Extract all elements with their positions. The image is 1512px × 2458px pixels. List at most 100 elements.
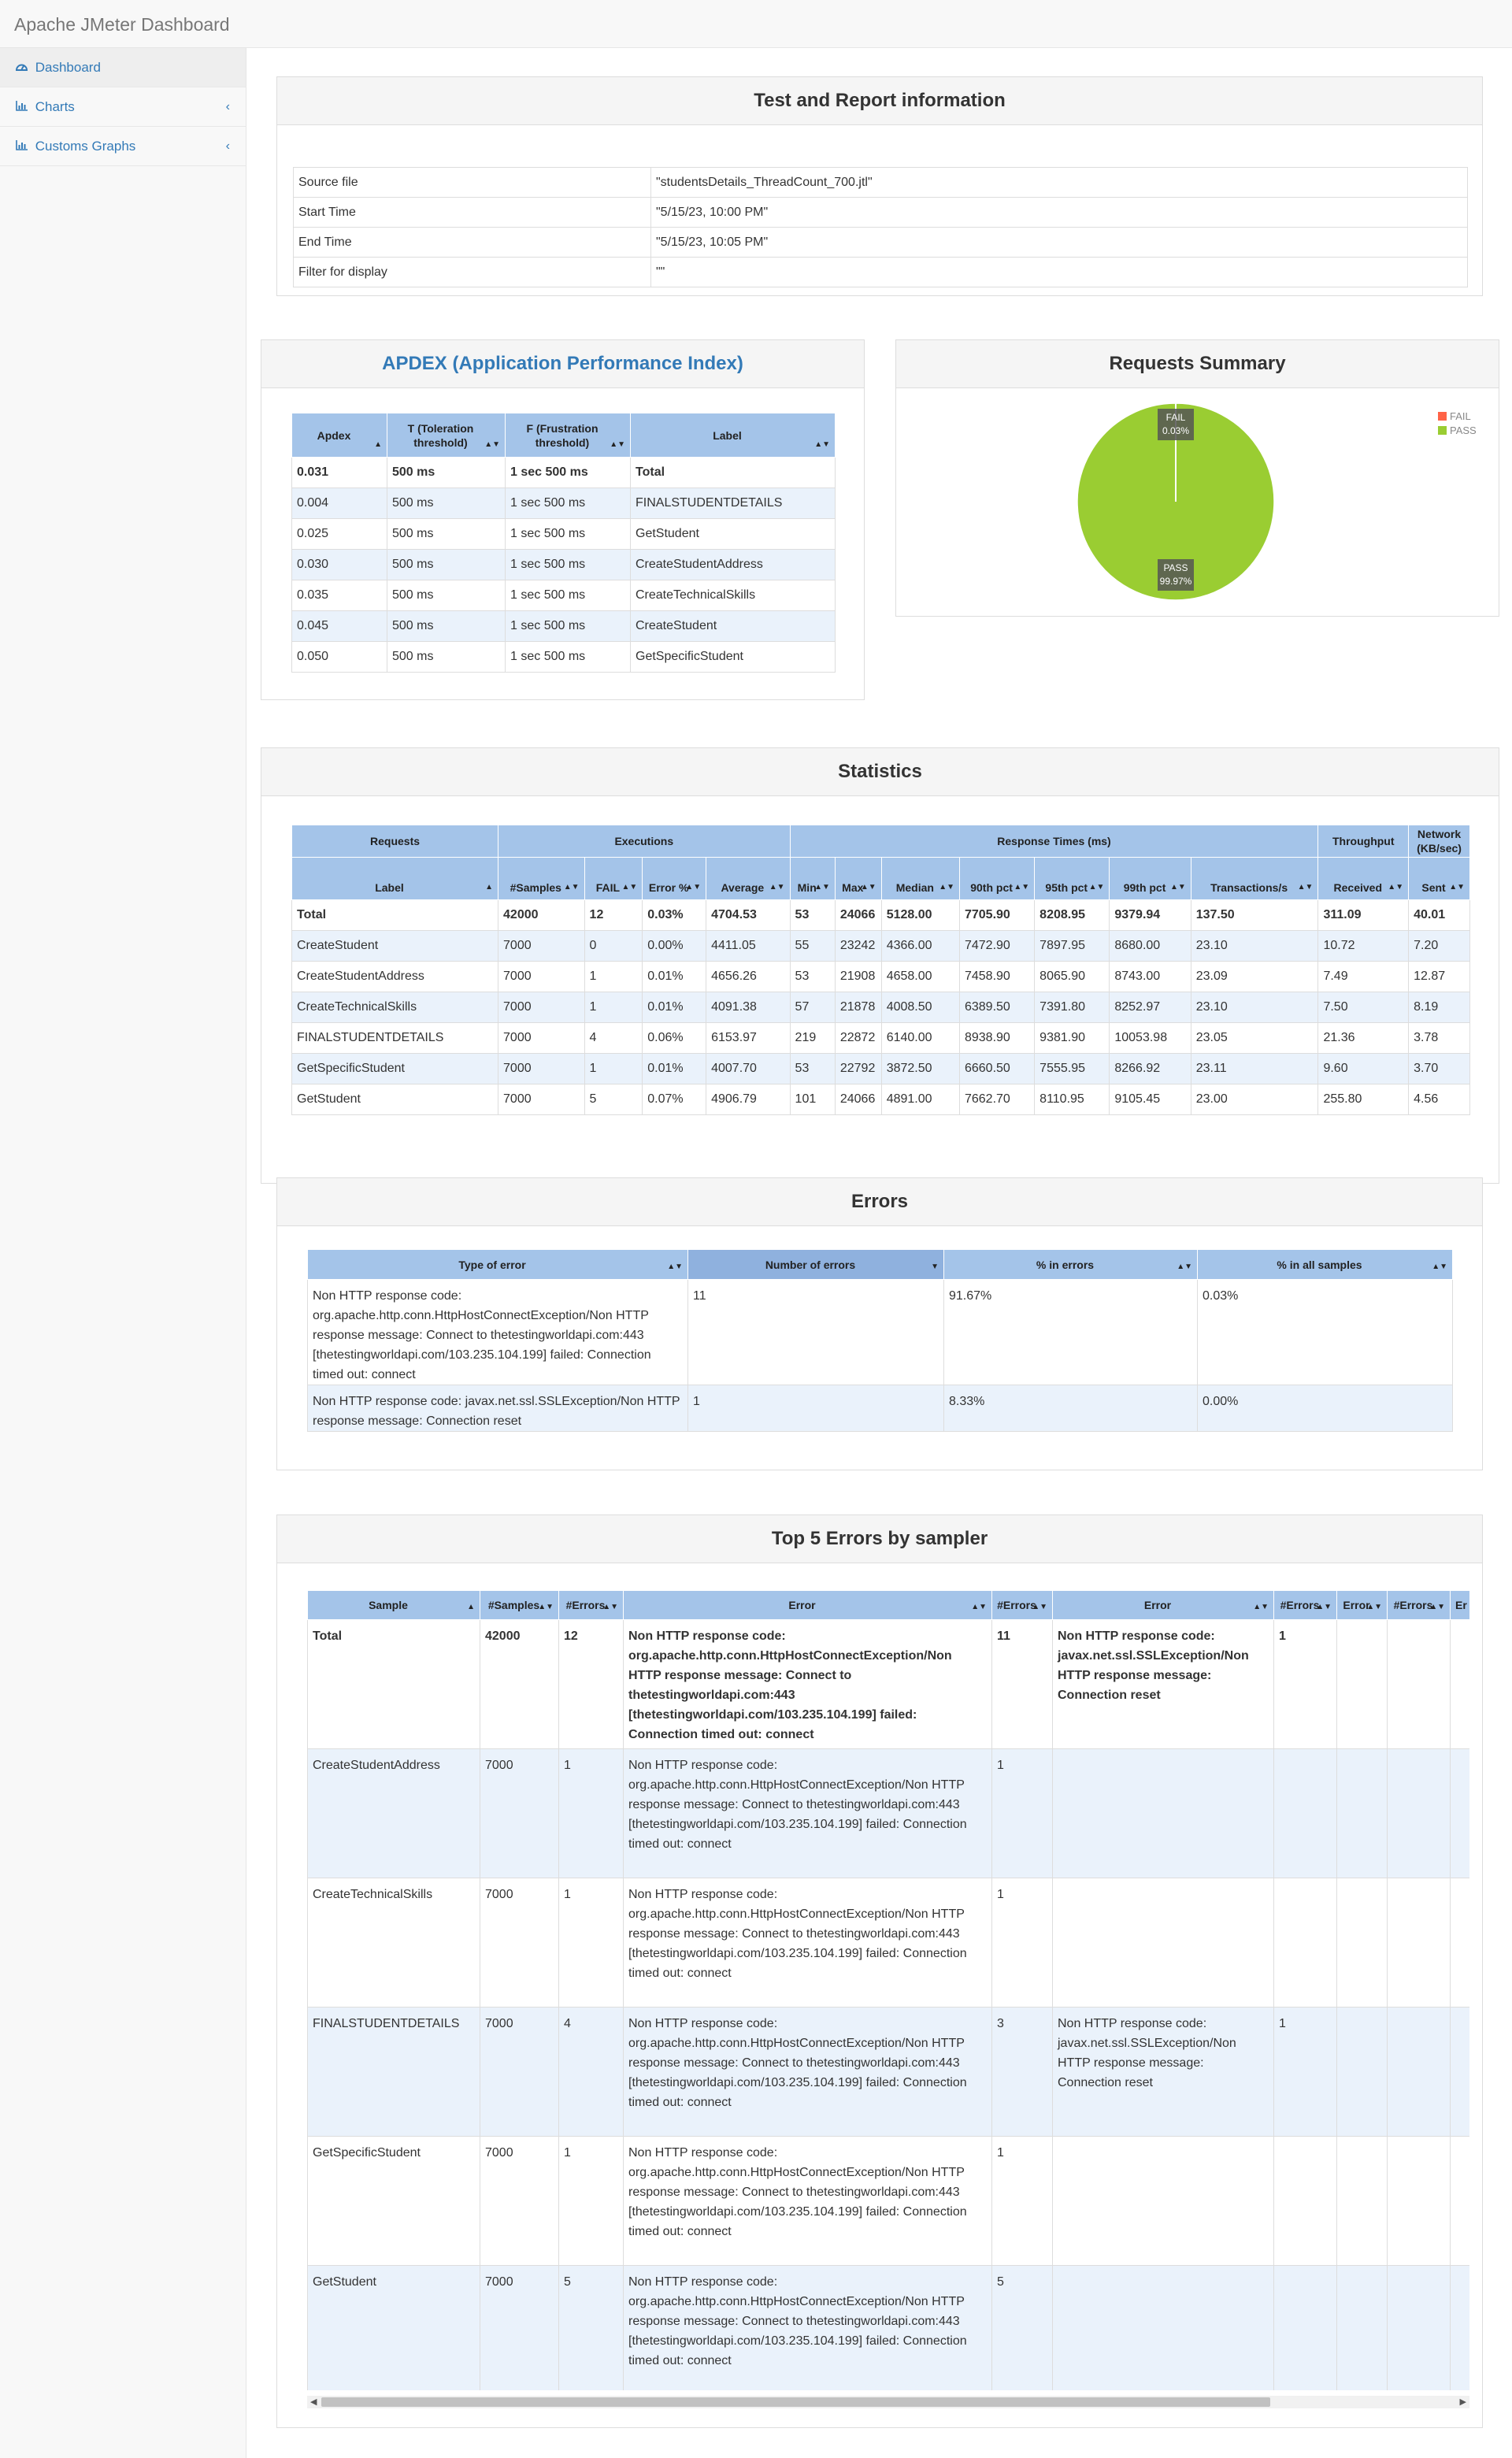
column-header[interactable]: Min ▲▼ xyxy=(789,857,836,900)
column-header-label[interactable]: Label ▲▼ xyxy=(630,413,836,458)
table-row: Start Time "5/15/23, 10:00 PM" xyxy=(293,197,1468,228)
sort-icon: ▲▼ xyxy=(538,1603,554,1611)
table-cell: 0.004 xyxy=(291,488,387,519)
column-header[interactable]: #Errors ▲▼ xyxy=(558,1590,624,1620)
header-label: 99th pct xyxy=(1123,881,1166,894)
sidebar-item-charts[interactable]: Charts ‹ xyxy=(0,87,246,127)
table-cell: 22872 xyxy=(834,1022,882,1054)
column-header[interactable]: 99th pct ▲▼ xyxy=(1109,857,1191,900)
sort-icon: ▲▼ xyxy=(1366,1603,1382,1611)
table-cell: Non HTTP response code: org.apache.http.… xyxy=(623,1748,992,1878)
table-row: 0.045 500 ms 1 sec 500 ms CreateStudent xyxy=(291,610,836,642)
column-header-pct-in-all-samples[interactable]: % in all samples ▲▼ xyxy=(1197,1249,1453,1280)
table-cell: Total xyxy=(291,899,499,931)
table-row: FINALSTUDENTDETAILS 7000 4 Non HTTP respons… xyxy=(307,2007,1469,2137)
header-label: FAIL xyxy=(595,881,621,894)
column-header-number-of-errors[interactable]: Number of errors ▼ xyxy=(687,1249,944,1280)
table-row: CreateStudentAddress 7000 1 0.01% 4656.26 53 2… xyxy=(291,961,1470,992)
table-cell xyxy=(1387,2007,1451,2137)
column-header[interactable]: Median ▲▼ xyxy=(880,857,960,900)
report-info-panel: Test and Report information Source file "… xyxy=(276,76,1483,296)
scroll-right-icon[interactable]: ▶ xyxy=(1460,2396,1466,2408)
table-cell: CreateStudent xyxy=(630,610,836,642)
apdex-table: Apdex ▲ T (Toleration threshold) ▲▼ F (Fru… xyxy=(291,413,836,673)
table-row: CreateTechnicalSkills 7000 1 0.01% 4091.38 57… xyxy=(291,992,1470,1023)
column-header[interactable]: FAIL ▲▼ xyxy=(584,857,643,900)
column-header[interactable]: #Errors ▲▼ xyxy=(1387,1590,1451,1620)
column-header[interactable]: Error ▲▼ xyxy=(1336,1590,1388,1620)
scroll-left-icon[interactable]: ◀ xyxy=(310,2396,317,2408)
apdex-table-body: 0.031 500 ms 1 sec 500 ms Total 0.004 500 ms 1… xyxy=(291,457,836,673)
table-cell: 7000 xyxy=(498,961,585,992)
panel-title: Top 5 Errors by sampler xyxy=(277,1515,1482,1563)
column-header-pct-in-errors[interactable]: % in errors ▲▼ xyxy=(943,1249,1198,1280)
table-cell: 0.06% xyxy=(642,1022,707,1054)
legend-item-pass[interactable]: PASS xyxy=(1438,424,1477,438)
table-cell: 7458.90 xyxy=(958,961,1036,992)
table-cell xyxy=(1336,2265,1388,2390)
column-header[interactable]: Error % ▲▼ xyxy=(642,857,707,900)
table-cell xyxy=(1336,1878,1388,2008)
column-header-apdex[interactable]: Apdex ▲ xyxy=(291,413,387,458)
table-cell: 23.00 xyxy=(1190,1084,1319,1115)
table-row: GetSpecificStudent 7000 1 Non HTTP response… xyxy=(307,2136,1469,2266)
column-header-toleration[interactable]: T (Toleration threshold) ▲▼ xyxy=(387,413,506,458)
table-cell: 7391.80 xyxy=(1034,992,1110,1023)
sort-icon: ▲▼ xyxy=(939,883,954,892)
horizontal-scrollbar[interactable]: ◀ ▶ xyxy=(307,2396,1469,2408)
column-header[interactable]: #Errors ▲▼ xyxy=(991,1590,1053,1620)
table-cell: 8110.95 xyxy=(1034,1084,1110,1115)
table-cell: Non HTTP response code: javax.net.ssl.SS… xyxy=(1052,1619,1274,1749)
top-navbar: Apache JMeter Dashboard xyxy=(0,0,1512,48)
column-header[interactable]: Average ▲▼ xyxy=(706,857,791,900)
column-header[interactable]: 95th pct ▲▼ xyxy=(1034,857,1110,900)
bar-chart-icon xyxy=(16,87,32,127)
column-header[interactable]: Error ▲▼ xyxy=(623,1590,992,1620)
column-header[interactable]: 90th pct ▲▼ xyxy=(958,857,1036,900)
scrollbar-thumb[interactable] xyxy=(321,2397,1270,2407)
column-header[interactable]: Error ▲▼ xyxy=(1052,1590,1274,1620)
table-cell xyxy=(1387,1619,1451,1749)
column-header[interactable]: #Samples ▲▼ xyxy=(498,857,585,900)
table-cell xyxy=(1450,2136,1469,2266)
column-header[interactable]: Sample ▲ xyxy=(307,1590,480,1620)
table-cell: CreateStudent xyxy=(291,930,499,962)
sort-icon: ▲▼ xyxy=(1177,1262,1192,1271)
sort-icon: ▲▼ xyxy=(1014,883,1030,892)
table-cell: 7897.95 xyxy=(1034,930,1110,962)
column-header[interactable]: Er xyxy=(1450,1590,1469,1620)
table-cell: 5 xyxy=(558,2265,624,2390)
table-cell: 1 sec 500 ms xyxy=(505,549,631,580)
column-header-type-of-error[interactable]: Type of error ▲▼ xyxy=(307,1249,688,1280)
column-header[interactable]: Max ▲▼ xyxy=(834,857,882,900)
column-header[interactable]: Received ▲▼ xyxy=(1317,857,1410,900)
sort-icon: ▲▼ xyxy=(860,883,876,892)
column-header-frustration[interactable]: F (Frustration threshold) ▲▼ xyxy=(505,413,631,458)
sidebar-item-dashboard[interactable]: Dashboard xyxy=(0,48,246,87)
column-header[interactable]: Transactions/s ▲▼ xyxy=(1190,857,1319,900)
panel-title: Statistics xyxy=(261,748,1499,796)
table-cell: CreateStudentAddress xyxy=(307,1748,480,1878)
app-title[interactable]: Apache JMeter Dashboard xyxy=(14,14,230,35)
table-cell: 40.01 xyxy=(1408,899,1470,931)
table-row: 0.050 500 ms 1 sec 500 ms GetSpecificStuden… xyxy=(291,641,836,673)
column-header[interactable]: #Samples ▲▼ xyxy=(480,1590,559,1620)
table-cell: 0.050 xyxy=(291,641,387,673)
top5-errors-table: Sample ▲ #Samples ▲▼ #Errors ▲▼ Error ▲▼ #Errors… xyxy=(307,1590,1469,2390)
requests-summary-panel: Requests Summary FAIL 0.03% PASS 99.97% FAI… xyxy=(895,339,1499,617)
table-cell: 4 xyxy=(584,1022,643,1054)
table-cell: 500 ms xyxy=(387,549,506,580)
table-row: 0.025 500 ms 1 sec 500 ms GetStudent xyxy=(291,518,836,550)
table-cell: 101 xyxy=(789,1084,836,1115)
sidebar-item-customs-graphs[interactable]: Customs Graphs ‹ xyxy=(0,127,246,166)
table-cell: 500 ms xyxy=(387,610,506,642)
table-cell: 7000 xyxy=(480,2136,559,2266)
table-cell: GetStudent xyxy=(630,518,836,550)
header-label: #Errors xyxy=(1280,1599,1320,1611)
column-header[interactable]: #Errors ▲▼ xyxy=(1273,1590,1337,1620)
column-header[interactable]: Sent ▲▼ xyxy=(1408,857,1470,900)
legend-item-fail[interactable]: FAIL xyxy=(1438,410,1477,424)
table-row: CreateStudent 7000 0 0.00% 4411.05 55 23242 436… xyxy=(291,930,1470,962)
column-header[interactable]: Label ▲ xyxy=(291,857,499,900)
header-label: Sample xyxy=(369,1599,408,1611)
